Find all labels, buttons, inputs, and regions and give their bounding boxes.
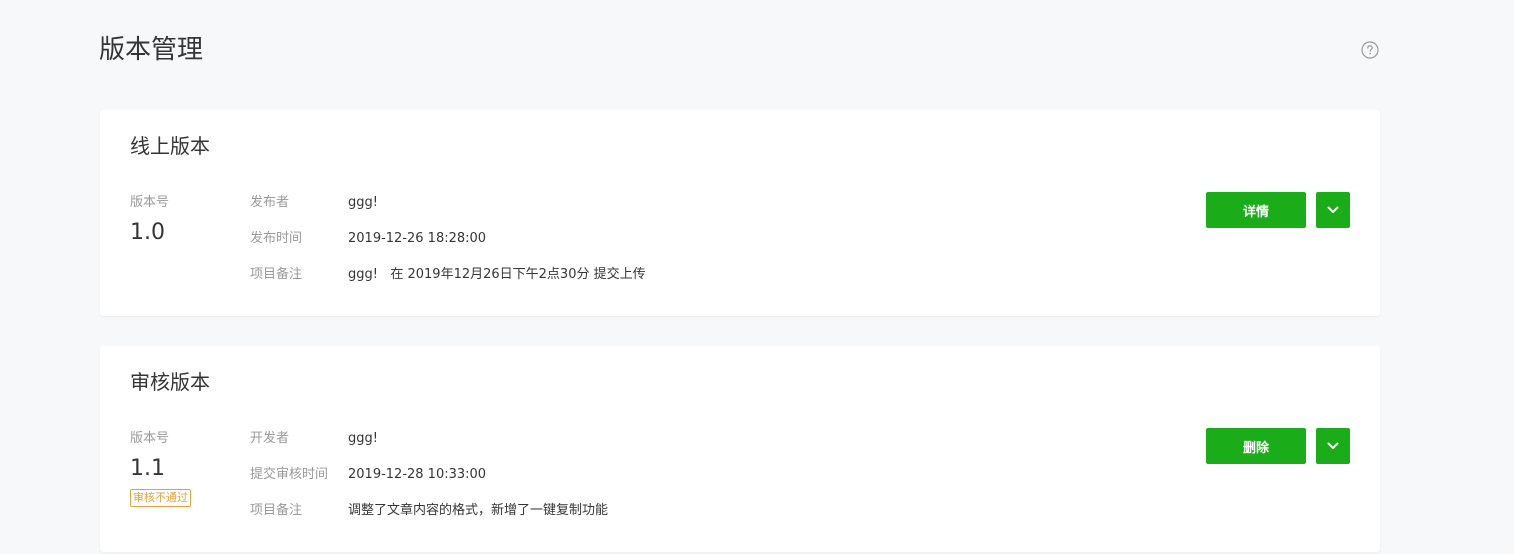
info-row-submit-time: 提交审核时间 2019-12-28 10:33:00 [250, 465, 850, 485]
info-key: 发布时间 [250, 231, 303, 246]
version-number: 1.1 [130, 456, 165, 481]
online-version-card: 线上版本 版本号 1.0 发布者 ggg! 发布时间 2019-12-26 18… [100, 110, 1380, 316]
info-value: 调整了文章内容的格式，新增了一键复制功能 [348, 503, 609, 518]
status-badge: 审核不通过 [130, 489, 191, 507]
info-row-publish-time: 发布时间 2019-12-26 18:28:00 [250, 229, 850, 249]
info-row-developer: 开发者 ggg! [250, 429, 850, 449]
version-number-label: 版本号 [130, 431, 170, 446]
info-key: 开发者 [250, 431, 290, 446]
review-version-title: 审核版本 [130, 370, 210, 394]
version-number-label: 版本号 [130, 195, 170, 210]
delete-button[interactable]: 删除 [1206, 428, 1306, 464]
online-version-title: 线上版本 [130, 134, 210, 158]
info-key: 提交审核时间 [250, 467, 329, 482]
help-icon[interactable] [1361, 41, 1379, 59]
info-row-remark: 项目备注 ggg! 在 2019年12月26日下午2点30分 提交上传 [250, 265, 850, 285]
chevron-down-icon [1327, 206, 1339, 213]
page-title: 版本管理 [99, 35, 204, 65]
version-number: 1.0 [130, 220, 165, 245]
review-more-dropdown-button[interactable] [1316, 428, 1350, 464]
info-row-remark: 项目备注 调整了文章内容的格式，新增了一键复制功能 [250, 501, 850, 521]
info-row-publisher: 发布者 ggg! [250, 193, 850, 213]
info-value: 2019-12-28 10:33:00 [348, 467, 487, 482]
info-key: 项目备注 [250, 503, 303, 518]
review-version-card: 审核版本 版本号 1.1 审核不通过 开发者 ggg! 提交审核时间 2019-… [100, 346, 1380, 552]
details-button[interactable]: 详情 [1206, 192, 1306, 228]
chevron-down-icon [1327, 442, 1339, 449]
info-value: 2019-12-26 18:28:00 [348, 231, 487, 246]
info-value: ggg! [348, 195, 378, 210]
online-more-dropdown-button[interactable] [1316, 192, 1350, 228]
info-value: ggg! [348, 431, 378, 446]
info-key: 项目备注 [250, 267, 303, 282]
info-key: 发布者 [250, 195, 290, 210]
info-value: ggg! 在 2019年12月26日下午2点30分 提交上传 [348, 267, 646, 282]
question-circle-icon [1361, 41, 1379, 59]
